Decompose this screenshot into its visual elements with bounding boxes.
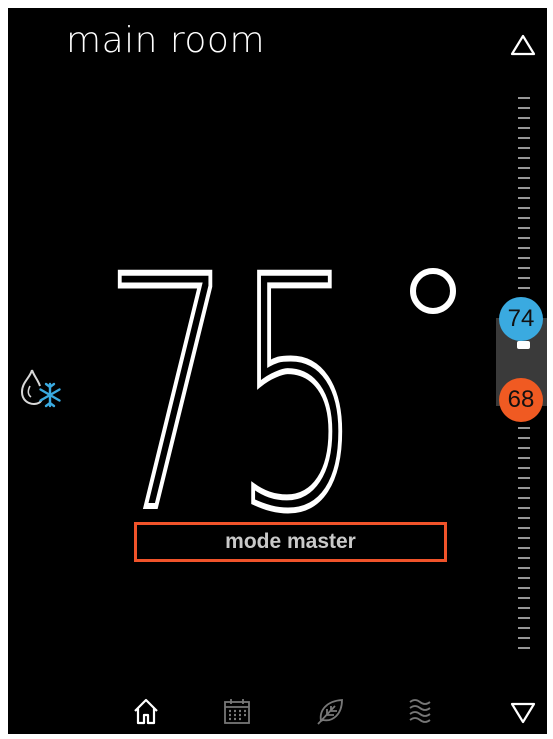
scroll-down-arrow-icon[interactable]	[508, 698, 538, 728]
mode-label: mode master	[225, 530, 356, 553]
setpoint-slider-knob[interactable]	[517, 341, 530, 349]
thermostat-screen: main room 75 mode master 74 68	[8, 8, 547, 734]
scroll-up-arrow-icon[interactable]	[508, 30, 538, 60]
humidity-waves-icon[interactable]	[406, 696, 436, 726]
home-icon[interactable]	[131, 696, 161, 726]
mode-master-button[interactable]: mode master	[134, 522, 447, 562]
room-name[interactable]: main room	[66, 20, 265, 61]
leaf-icon[interactable]	[315, 696, 345, 726]
heat-cool-mode-icon[interactable]	[14, 366, 64, 408]
calendar-icon[interactable]	[222, 696, 252, 726]
degree-symbol	[410, 268, 456, 314]
temperature-scale[interactable]	[508, 96, 538, 656]
current-temperature: 75	[100, 207, 463, 585]
cool-setpoint-badge[interactable]: 74	[499, 297, 543, 341]
heat-setpoint-badge[interactable]: 68	[499, 378, 543, 422]
